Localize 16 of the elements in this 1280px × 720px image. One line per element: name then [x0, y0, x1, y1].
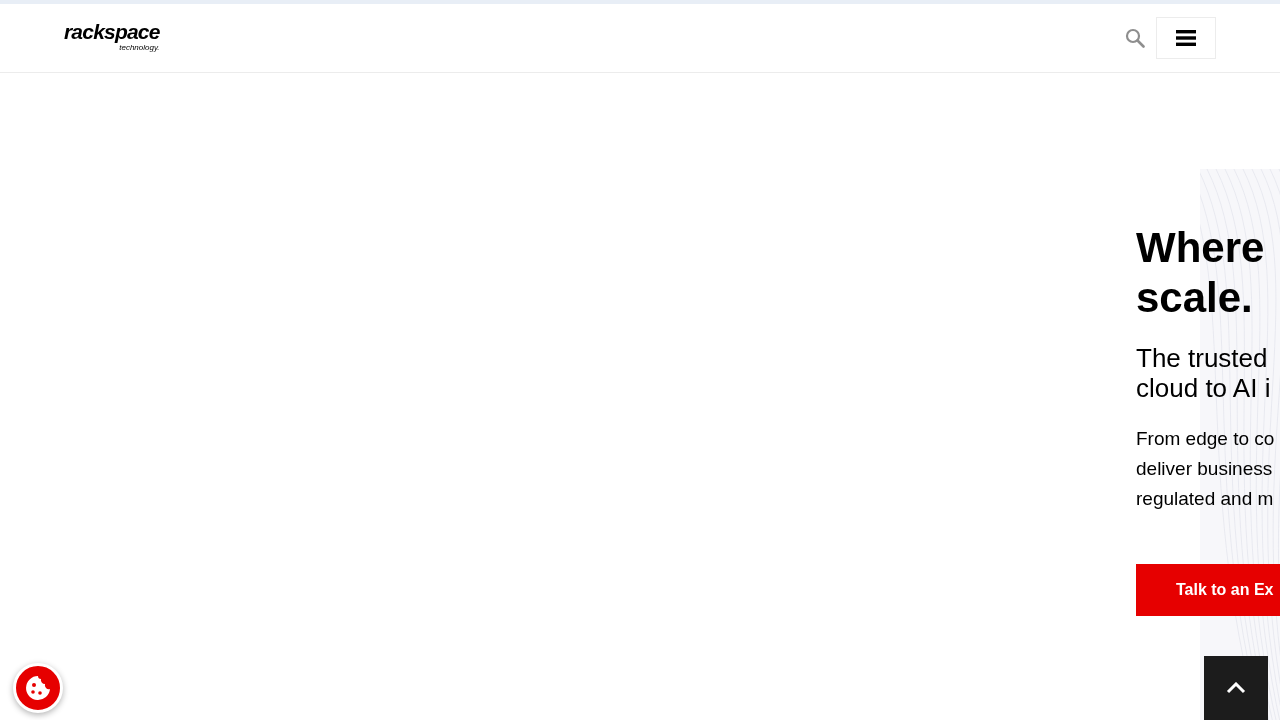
- cookie-icon: [25, 675, 51, 701]
- logo[interactable]: rackspace technology.: [64, 20, 160, 52]
- menu-icon: [1176, 30, 1196, 46]
- chevron-up-icon: [1226, 682, 1246, 694]
- hero-headline: scale.: [1136, 273, 1253, 323]
- cookie-settings-button[interactable]: [13, 663, 63, 713]
- search-icon: [1125, 28, 1145, 48]
- talk-to-expert-button[interactable]: Talk to an Ex: [1136, 564, 1280, 616]
- menu-button[interactable]: [1156, 17, 1216, 59]
- hero-subtitle: cloud to AI i: [1136, 373, 1271, 403]
- hero-headline: Where: [1136, 223, 1265, 273]
- hero-description: From edge to co: [1136, 427, 1275, 451]
- hero-description: regulated and m: [1136, 487, 1274, 511]
- hero-subtitle: The trusted: [1136, 343, 1268, 373]
- hero-description: deliver business: [1136, 457, 1273, 481]
- search-button[interactable]: [1124, 27, 1146, 49]
